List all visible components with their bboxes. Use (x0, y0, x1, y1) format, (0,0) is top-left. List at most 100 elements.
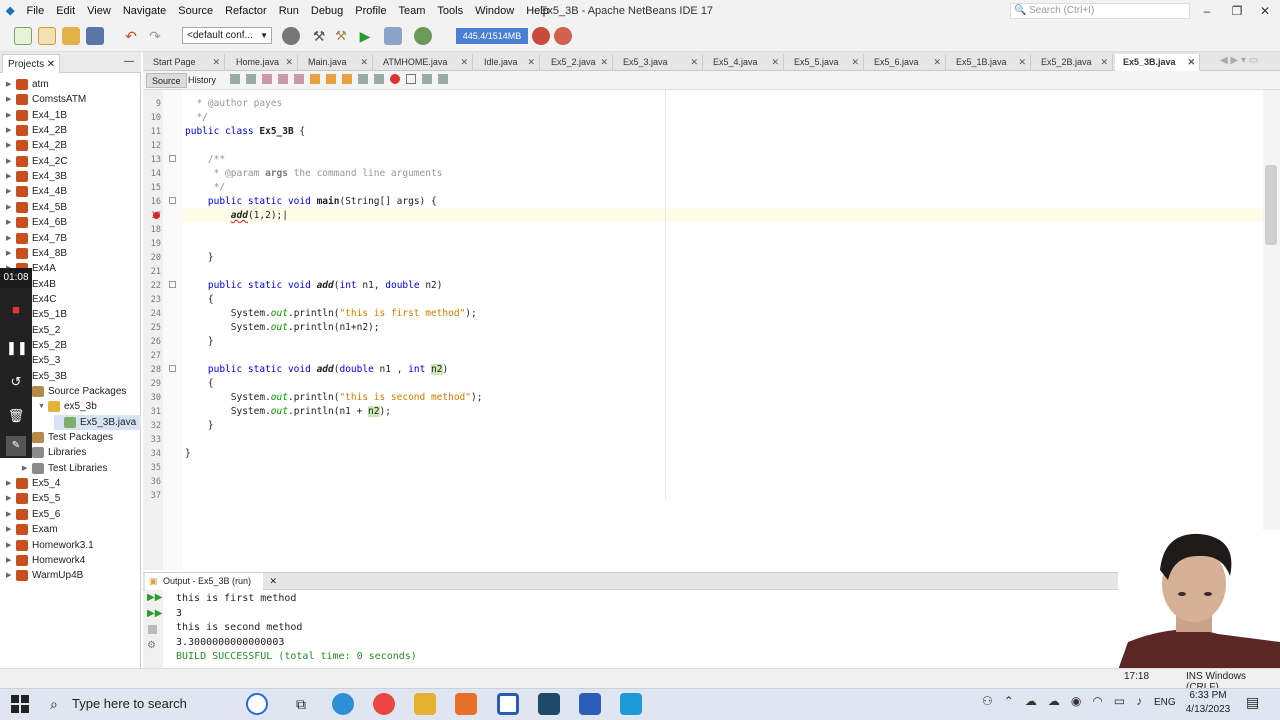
minimize-panel-icon[interactable]: — (124, 56, 134, 67)
close-icon[interactable]: ✕ (212, 54, 220, 71)
expand-toggle-icon[interactable]: ▶ (6, 92, 16, 107)
expand-toggle-icon[interactable]: ▶ (22, 461, 32, 476)
close-icon[interactable]: ✕ (1100, 54, 1108, 71)
tree-item[interactable]: ▼Source Packages (22, 384, 126, 399)
notifications-icon[interactable]: ▤ (1246, 694, 1259, 711)
close-icon[interactable]: ✕ (47, 55, 55, 74)
editor-tab[interactable]: Ex5_5.java ✕ (786, 54, 864, 71)
menu-tools[interactable]: Tools (431, 0, 469, 22)
tree-item[interactable]: ▶ Exam (6, 522, 58, 537)
close-button[interactable]: ✕ (1250, 0, 1280, 22)
bookmark-icon[interactable] (326, 74, 336, 84)
close-icon[interactable]: ✕ (771, 54, 779, 71)
stop-record-icon[interactable]: ■ (6, 300, 26, 320)
back-icon[interactable] (230, 74, 240, 84)
editor-tab[interactable]: Ex5_6.java ✕ (866, 54, 946, 71)
word-icon[interactable] (579, 693, 601, 715)
stop-icon[interactable] (148, 625, 157, 634)
history-view-button[interactable]: History (183, 73, 221, 88)
toggle-highlight-icon[interactable] (310, 74, 320, 84)
fold-icon[interactable] (169, 155, 176, 162)
gc-icon[interactable] (532, 27, 550, 45)
editor-scrollbar[interactable] (1263, 90, 1280, 570)
close-icon[interactable]: ✕ (600, 54, 608, 71)
expand-toggle-icon[interactable]: ▶ (6, 522, 16, 537)
expand-toggle-icon[interactable]: ▶ (6, 215, 16, 230)
people-icon[interactable]: ⚇ (982, 694, 993, 708)
tree-item[interactable]: ▶ ComstsATM (6, 92, 86, 107)
fold-icon[interactable] (169, 365, 176, 372)
forward-icon[interactable] (246, 74, 256, 84)
tree-item[interactable]: ▶Test Packages (22, 430, 113, 445)
menu-window[interactable]: Window (469, 0, 520, 22)
expand-toggle-icon[interactable]: ▼ (38, 399, 48, 414)
new-file-icon[interactable] (14, 27, 32, 45)
expand-toggle-icon[interactable]: ▶ (6, 108, 16, 123)
tree-item[interactable]: ▶ Ex5_5 (6, 491, 60, 506)
close-icon[interactable]: ✕ (1187, 54, 1195, 71)
target-icon[interactable] (282, 27, 300, 45)
find-prev-icon[interactable] (278, 74, 288, 84)
expand-toggle-icon[interactable]: ▶ (6, 154, 16, 169)
tree-item[interactable]: ▶ Ex4_5B (6, 200, 67, 215)
expand-toggle-icon[interactable]: ▶ (6, 476, 16, 491)
expand-toggle-icon[interactable]: ▶ (6, 169, 16, 184)
tree-item[interactable]: ▶ Ex4_1B (6, 108, 67, 123)
camera-icon[interactable]: ◉ (1071, 694, 1081, 708)
save-all-icon[interactable] (86, 27, 104, 45)
expand-toggle-icon[interactable]: ▶ (6, 246, 16, 261)
tree-item[interactable]: ▶ Ex4_3B (6, 169, 67, 184)
tree-item[interactable]: ▶ WarmUp4B (6, 568, 83, 583)
expand-toggle-icon[interactable]: ▶ (6, 184, 16, 199)
netbeans-icon[interactable] (497, 693, 519, 715)
scrollbar-thumb[interactable] (1265, 165, 1277, 245)
find-next-icon[interactable] (294, 74, 304, 84)
close-icon[interactable]: ✕ (460, 54, 468, 71)
expand-toggle-icon[interactable]: ▶ (6, 507, 16, 522)
menu-team[interactable]: Team (392, 0, 431, 22)
taskbar-clock[interactable]: 6:33 PM 4/13/2023 (1180, 689, 1236, 717)
menu-view[interactable]: View (81, 0, 117, 22)
pause-icon[interactable]: ❚❚ (6, 338, 28, 358)
restart-icon[interactable]: ↺ (6, 372, 26, 392)
close-icon[interactable]: ✕ (285, 54, 293, 71)
next-bookmark-icon[interactable] (342, 74, 352, 84)
editor-tab[interactable]: Ex5_3.java ✕ (615, 54, 703, 71)
tree-item[interactable]: ▶ atm (6, 77, 49, 92)
recorder-app-icon[interactable] (620, 693, 642, 715)
fold-icon[interactable] (169, 281, 176, 288)
editor-tab[interactable]: Ex5_1B.java ✕ (948, 54, 1031, 71)
expand-toggle-icon[interactable]: ▶ (6, 538, 16, 553)
menu-profile[interactable]: Profile (349, 0, 392, 22)
close-icon[interactable]: ✕ (851, 54, 859, 71)
expand-toggle-icon[interactable]: ▶ (6, 123, 16, 138)
stop-macro-icon[interactable] (406, 74, 416, 84)
memory-indicator[interactable]: 445.4/1514MB (456, 28, 528, 44)
wifi-icon[interactable]: ◠ (1092, 694, 1102, 708)
ide-search-input[interactable]: 🔍 Search (Ctrl+I) (1010, 3, 1190, 19)
shift-right-icon[interactable] (374, 74, 384, 84)
tree-item[interactable]: Ex5_3B.java (54, 414, 141, 430)
menu-edit[interactable]: Edit (50, 0, 81, 22)
tree-item[interactable]: ▶ Ex4_2B (6, 138, 67, 153)
chevron-up-icon[interactable]: ⌃ (1004, 694, 1014, 708)
open-project-icon[interactable] (62, 27, 80, 45)
maximize-button[interactable]: ❐ (1222, 0, 1252, 22)
undo-icon[interactable]: ↶ (122, 27, 140, 45)
comment-icon[interactable] (422, 74, 432, 84)
draw-icon[interactable]: ✎ (6, 436, 26, 456)
hammer-icon[interactable]: ⚒ (310, 27, 328, 45)
find-icon[interactable] (262, 74, 272, 84)
editor-tab[interactable]: Start Page ✕ (145, 54, 225, 71)
editor-tab[interactable]: ATMHOME.java ✕ (375, 54, 473, 71)
expand-toggle-icon[interactable]: ▶ (6, 200, 16, 215)
tree-item[interactable]: ▶ Ex4_4B (6, 184, 67, 199)
editor-tab[interactable]: Idle.java ✕ (476, 54, 540, 71)
profile-icon[interactable] (414, 27, 432, 45)
expand-toggle-icon[interactable]: ▶ (6, 568, 16, 583)
app-icon-blue[interactable] (538, 693, 560, 715)
output-tab[interactable]: ▣ Output - Ex5_3B (run) ✕ (145, 573, 277, 590)
uncomment-icon[interactable] (438, 74, 448, 84)
taskbar-search[interactable]: ⌕ Type here to search (42, 690, 242, 718)
menu-refactor[interactable]: Refactor (219, 0, 273, 22)
